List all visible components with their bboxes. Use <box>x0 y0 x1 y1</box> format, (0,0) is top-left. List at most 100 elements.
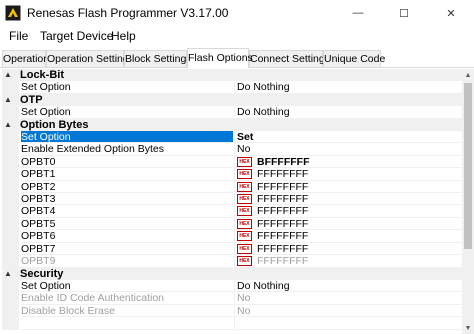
property-row[interactable]: Disable Block Erase No <box>2 304 462 318</box>
property-row[interactable]: OPBT9 HEX FFFFFFFF <box>2 255 462 268</box>
property-name[interactable]: OPBT4 <box>21 205 233 218</box>
property-value: No <box>237 304 251 317</box>
tab-flash-options[interactable]: Flash Options <box>187 48 253 68</box>
property-value-cell[interactable]: Set⌄ <box>234 131 462 144</box>
property-value-cell[interactable]: Do Nothing <box>234 106 462 119</box>
property-name[interactable]: Enable ID Code Authentication <box>21 292 233 305</box>
property-row[interactable]: Enable Extended Option Bytes No <box>2 143 462 156</box>
property-row[interactable]: Enable ID Code Authentication No <box>2 292 462 305</box>
row-gutter <box>2 279 19 293</box>
row-gutter <box>2 292 19 305</box>
property-value-cell[interactable]: Do Nothing <box>234 81 462 94</box>
scroll-thumb[interactable] <box>464 83 472 249</box>
property-value: FFFFFFFF <box>257 255 309 268</box>
tab-unique-code[interactable]: Unique Code <box>323 50 385 68</box>
property-value-cell[interactable]: Do Nothing <box>234 279 462 293</box>
menu-file[interactable]: File <box>9 29 28 43</box>
hex-icon: HEX <box>237 206 252 217</box>
property-name[interactable]: OPBT6 <box>21 230 233 243</box>
property-value: No <box>237 292 251 305</box>
property-value: FFFFFFFF <box>257 230 309 243</box>
collapse-toggle-icon[interactable]: ▲ <box>4 269 12 279</box>
collapse-toggle-icon[interactable]: ▲ <box>4 120 12 130</box>
property-value: FFFFFFFF <box>257 168 309 181</box>
hex-icon: HEX <box>237 218 252 229</box>
property-name[interactable]: OPBT3 <box>21 193 233 206</box>
property-value-cell[interactable]: HEX FFFFFFFF <box>234 193 462 206</box>
category-row[interactable]: ▲ OTP <box>2 93 462 107</box>
property-row[interactable]: Set Option Do Nothing <box>2 106 462 119</box>
tab-block-settings[interactable]: Block Settings <box>124 50 192 68</box>
property-name[interactable]: OPBT5 <box>21 218 233 231</box>
property-row[interactable]: OPBT1 HEX FFFFFFFF <box>2 168 462 181</box>
collapse-toggle-icon[interactable]: ▲ <box>4 70 12 80</box>
row-gutter <box>2 242 19 256</box>
tab-operation[interactable]: Operation <box>2 50 49 68</box>
tab-operation-settings[interactable]: Operation Settings <box>46 50 134 68</box>
property-value-cell[interactable]: No <box>234 292 462 305</box>
property-name[interactable]: Set Option <box>21 280 233 293</box>
property-value: Do Nothing <box>237 106 290 119</box>
property-name[interactable]: Set Option <box>21 106 233 119</box>
category-title: Security <box>20 267 64 280</box>
scroll-up-icon[interactable]: ▲ <box>462 69 474 81</box>
row-gutter <box>2 217 19 231</box>
tab-connect-settings[interactable]: Connect Settings <box>249 50 330 68</box>
property-row[interactable]: OPBT6 HEX FFFFFFFF <box>2 230 462 243</box>
property-row[interactable]: OPBT5 HEX FFFFFFFF <box>2 217 462 231</box>
scroll-down-icon[interactable]: ▼ <box>462 322 474 334</box>
property-name[interactable]: OPBT1 <box>21 168 233 181</box>
property-name[interactable]: OPBT9 <box>21 255 233 268</box>
property-value-cell[interactable]: HEX FFFFFFFF <box>234 255 462 268</box>
property-value-cell[interactable]: HEX FFFFFFFF <box>234 230 462 243</box>
property-name[interactable] <box>21 317 233 330</box>
category-row[interactable]: ▲ Lock-Bit <box>2 69 462 82</box>
property-value-cell[interactable]: HEX FFFFFFFF <box>234 205 462 218</box>
property-value: FFFFFFFF <box>257 242 309 255</box>
category-row[interactable]: ▲ Option Bytes <box>2 118 462 132</box>
property-row[interactable] <box>2 317 462 330</box>
property-name[interactable]: Set Option <box>21 81 233 94</box>
property-value: FFFFFFFF <box>257 193 309 206</box>
property-row[interactable]: OPBT2 HEX FFFFFFFF <box>2 180 462 194</box>
row-gutter <box>2 230 19 243</box>
property-name[interactable]: Disable Block Erase <box>21 305 233 318</box>
property-row[interactable]: OPBT4 HEX FFFFFFFF <box>2 205 462 218</box>
hex-icon: HEX <box>237 256 252 267</box>
property-value-cell[interactable]: HEX FFFFFFFF <box>234 168 462 181</box>
property-value-cell[interactable]: HEX FFFFFFFF <box>234 242 462 256</box>
property-value-cell[interactable] <box>234 317 462 330</box>
title-bar: Renesas Flash Programmer V3.17.00 — ☐ ✕ <box>0 0 474 26</box>
property-name[interactable]: OPBT0 <box>21 156 233 169</box>
property-value-cell[interactable]: HEX FFFFFFFF <box>234 217 462 231</box>
minimize-button[interactable]: — <box>335 0 381 26</box>
menu-target-device[interactable]: Target Device <box>40 29 113 43</box>
menu-help[interactable]: Help <box>111 29 136 43</box>
property-name[interactable]: Enable Extended Option Bytes <box>21 143 233 156</box>
property-value-cell[interactable]: HEX BFFFFFFF <box>234 155 462 169</box>
property-name[interactable]: Set Option <box>21 131 233 144</box>
row-gutter <box>2 81 19 94</box>
property-value: Set <box>237 131 254 144</box>
property-row[interactable]: Set Option Do Nothing <box>2 81 462 94</box>
property-row[interactable]: OPBT0 HEX BFFFFFFF <box>2 155 462 169</box>
vertical-scrollbar[interactable]: ▲ ▼ <box>462 69 474 334</box>
category-title: Option Bytes <box>20 118 89 131</box>
close-button[interactable]: ✕ <box>428 0 474 26</box>
property-row[interactable]: Set OptionSet⌄ <box>2 131 462 144</box>
row-gutter <box>2 155 19 169</box>
collapse-toggle-icon[interactable]: ▲ <box>4 95 12 105</box>
property-value-cell[interactable]: No <box>234 304 462 318</box>
property-name[interactable]: OPBT2 <box>21 181 233 194</box>
row-gutter <box>2 317 19 330</box>
category-row[interactable]: ▲ Security <box>2 267 462 280</box>
row-gutter <box>2 131 19 144</box>
property-value: FFFFFFFF <box>257 205 309 218</box>
property-name[interactable]: OPBT7 <box>21 243 233 256</box>
property-row[interactable]: Set Option Do Nothing <box>2 279 462 293</box>
maximize-button[interactable]: ☐ <box>381 0 427 26</box>
property-row[interactable]: OPBT7 HEX FFFFFFFF <box>2 242 462 256</box>
property-value-cell[interactable]: HEX FFFFFFFF <box>234 180 462 194</box>
property-row[interactable]: OPBT3 HEX FFFFFFFF <box>2 193 462 206</box>
property-value-cell[interactable]: No <box>234 143 462 156</box>
